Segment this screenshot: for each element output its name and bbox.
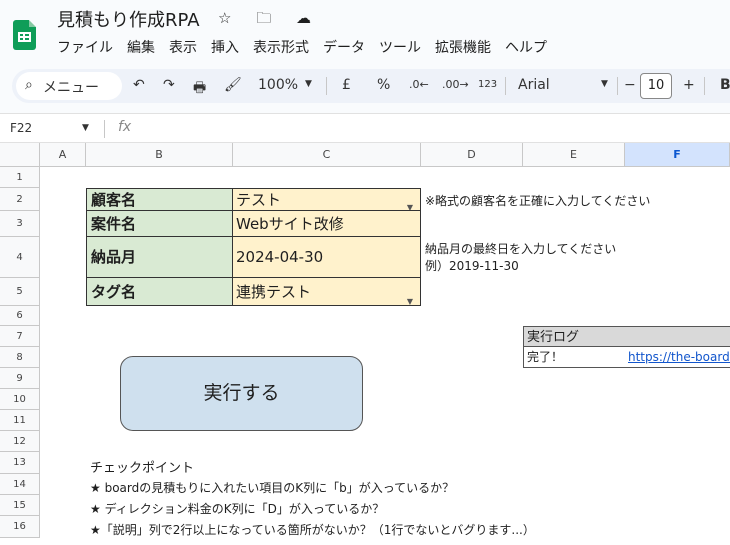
menu-search-box[interactable]: ⌕ メニュー (16, 72, 122, 100)
checkpoint-title: チェックポイント (90, 461, 195, 476)
column-header-f[interactable]: F (625, 143, 730, 167)
tag-select[interactable]: 連携テスト ▼ (233, 278, 421, 306)
menu-help[interactable]: ヘルプ (505, 40, 547, 56)
checkpoint-item-2: ★ ディレクション料金のK列に「D」が入っているか？ (90, 502, 385, 516)
search-icon: ⌕ (25, 77, 33, 93)
checkpoint-item-3: ★「説明」列で2行以上になっている箇所がないか？（1行でないとバグります...） (90, 523, 535, 537)
menu-search-label: メニュー (43, 80, 99, 96)
menu-file[interactable]: ファイル (57, 40, 113, 56)
row-header-5[interactable]: 5 (0, 278, 40, 306)
spreadsheet-grid[interactable]: A B C D E F 1 2 3 4 5 6 7 8 9 10 11 12 1… (0, 143, 730, 545)
redo-icon[interactable]: ↷ (163, 77, 175, 93)
name-box-chevron-down-icon[interactable]: ▼ (82, 123, 89, 133)
number-format-button[interactable]: 123 (478, 79, 497, 90)
fx-icon: fx (118, 119, 132, 135)
bold-button[interactable]: B (720, 77, 730, 93)
customer-select[interactable]: テスト ▼ (233, 188, 421, 211)
menu-data[interactable]: データ (323, 40, 365, 56)
row-header-15[interactable]: 15 (0, 495, 40, 516)
tag-value: 連携テスト (236, 283, 312, 301)
menu-view[interactable]: 表示 (169, 40, 197, 56)
decrease-font-size-button[interactable]: − (624, 77, 636, 93)
row-header-10[interactable]: 10 (0, 389, 40, 410)
delivery-label: 納品月 (86, 237, 233, 278)
percent-format-button[interactable]: % (377, 77, 390, 93)
row-header-12[interactable]: 12 (0, 431, 40, 452)
log-status: 完了！ (523, 347, 625, 368)
column-header-e[interactable]: E (523, 143, 625, 167)
menu-extensions[interactable]: 拡張機能 (435, 40, 491, 56)
customer-value: テスト (236, 191, 282, 209)
currency-format-button[interactable]: £ (342, 77, 351, 93)
font-size-input[interactable]: 10 (640, 73, 672, 99)
document-title[interactable]: 見積もり作成RPA (57, 6, 200, 32)
log-url-link[interactable]: https://the-board. (625, 347, 730, 368)
zoom-chevron-down-icon[interactable]: ▼ (305, 79, 312, 89)
sheets-logo-icon[interactable] (13, 20, 36, 50)
menu-edit[interactable]: 編集 (127, 40, 155, 56)
menu-insert[interactable]: 挿入 (211, 40, 239, 56)
menu-tools[interactable]: ツール (379, 40, 421, 56)
undo-icon[interactable]: ↶ (133, 77, 145, 93)
app-header: 見積もり作成RPA ☆ 🗀 ☁ ファイル 編集 表示 挿入 表示形式 データ ツール 拡張機能… (0, 0, 730, 62)
row-header-13[interactable]: 13 (0, 452, 40, 474)
row-header-4[interactable]: 4 (0, 237, 40, 278)
column-header-b[interactable]: B (86, 143, 233, 167)
formula-bar: F22 ▼ fx (0, 113, 730, 143)
project-label: 案件名 (86, 211, 233, 237)
column-header-c[interactable]: C (233, 143, 421, 167)
row-header-2[interactable]: 2 (0, 188, 40, 211)
row-header-7[interactable]: 7 (0, 326, 40, 347)
font-select[interactable]: Arial (518, 77, 550, 93)
column-header-d[interactable]: D (421, 143, 523, 167)
select-all-corner[interactable] (0, 143, 40, 167)
customer-note: ※略式の顧客名を正確に入力してください (425, 194, 651, 208)
menu-format[interactable]: 表示形式 (253, 40, 309, 56)
log-header: 実行ログ (523, 326, 730, 347)
row-header-8[interactable]: 8 (0, 347, 40, 368)
row-header-14[interactable]: 14 (0, 474, 40, 495)
zoom-select[interactable]: 100% (258, 77, 298, 93)
project-value[interactable]: Webサイト改修 (233, 211, 421, 237)
decrease-decimal-button[interactable]: .0← (409, 78, 429, 91)
delivery-example: 例）2019-11-30 (425, 259, 519, 273)
row-header-1[interactable]: 1 (0, 167, 40, 188)
customer-label: 顧客名 (86, 188, 233, 211)
increase-font-size-button[interactable]: + (683, 77, 695, 93)
tag-dropdown-icon[interactable]: ▼ (407, 288, 413, 305)
column-header-a[interactable]: A (40, 143, 86, 167)
row-header-9[interactable]: 9 (0, 368, 40, 389)
row-header-16[interactable]: 16 (0, 516, 40, 538)
font-chevron-down-icon[interactable]: ▼ (601, 79, 608, 89)
name-box[interactable]: F22 (10, 121, 32, 135)
row-header-11[interactable]: 11 (0, 410, 40, 431)
delivery-value[interactable]: 2024-04-30 (233, 237, 421, 278)
title-icons[interactable]: ☆ 🗀 ☁ (218, 8, 321, 33)
checkpoint-item-1: ★ boardの見積もりに入れたい項目のK列に「b」が入っているか？ (90, 481, 455, 495)
delivery-note: 納品月の最終日を入力してください (425, 242, 617, 256)
customer-dropdown-icon[interactable]: ▼ (407, 196, 413, 210)
menu-bar: ファイル 編集 表示 挿入 表示形式 データ ツール 拡張機能 ヘルプ (57, 37, 561, 57)
row-header-6[interactable]: 6 (0, 306, 40, 326)
toolbar: ⌕ メニュー ↶ ↷ 🖶 🖌 100% ▼ £ % .0← .00→ 123 A… (12, 69, 730, 103)
paint-format-icon[interactable]: 🖌 (224, 77, 242, 93)
increase-decimal-button[interactable]: .00→ (442, 78, 469, 91)
row-header-3[interactable]: 3 (0, 211, 40, 237)
print-icon[interactable]: 🖶 (193, 77, 206, 101)
run-button[interactable]: 実行する (120, 356, 363, 431)
tag-label: タグ名 (86, 278, 233, 306)
